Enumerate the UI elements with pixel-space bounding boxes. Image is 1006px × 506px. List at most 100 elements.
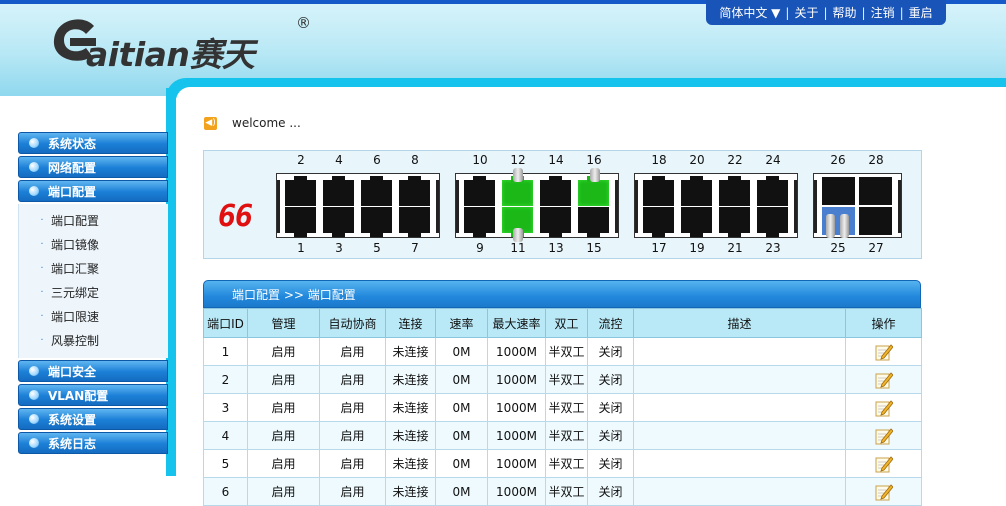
cable-plug-icon <box>590 168 600 182</box>
port-27[interactable] <box>859 207 892 235</box>
table-cell: 启用 <box>247 421 320 450</box>
menu-vlan-config[interactable]: VLAN配置 <box>18 384 168 406</box>
port-15[interactable] <box>578 207 609 237</box>
help-link[interactable]: 帮助 <box>828 4 862 21</box>
submenu-item-triple-binding[interactable]: · 三元绑定 <box>19 280 168 304</box>
port-9[interactable] <box>464 207 495 237</box>
menu-label: 系统日志 <box>48 436 97 451</box>
cable-plug-icon <box>513 168 523 182</box>
table-cell: 启用 <box>319 337 386 366</box>
table-row: 3 启用 启用 未连接 0M 1000M 半双工 关闭 <box>203 393 922 422</box>
port-group <box>276 173 440 238</box>
port-26[interactable] <box>822 177 855 205</box>
table-cell: 启用 <box>247 393 320 422</box>
table-cell: 未连接 <box>385 449 436 478</box>
port-24[interactable] <box>757 176 788 206</box>
menu-port-security[interactable]: 端口安全 <box>18 360 168 382</box>
nav-separator: | <box>823 5 828 20</box>
submenu-item-port-config[interactable]: · 端口配置 <box>19 208 168 232</box>
table-cell: 4 <box>203 421 248 450</box>
port-13[interactable] <box>540 207 571 237</box>
table-cell: 1 <box>203 337 248 366</box>
table-cell: 未连接 <box>385 421 436 450</box>
port-21[interactable] <box>719 207 750 237</box>
edit-icon[interactable] <box>875 483 894 501</box>
menu-system-settings[interactable]: 系统设置 <box>18 408 168 430</box>
registered-mark: ® <box>296 14 311 32</box>
port-20[interactable] <box>681 176 712 206</box>
table-cell: 未连接 <box>385 393 436 422</box>
port-group-edge <box>277 180 280 233</box>
submenu-item-port-rate-limit[interactable]: · 端口限速 <box>19 304 168 328</box>
port-14[interactable] <box>540 176 571 206</box>
edit-icon[interactable] <box>875 343 894 361</box>
submenu-label: 风暴控制 <box>51 333 100 348</box>
port-count-display: 66 <box>218 199 253 234</box>
col-header: 操作 <box>845 308 922 338</box>
port-number-top: 24 <box>765 153 781 167</box>
port-config-table-panel: 端口配置 >> 端口配置 端口ID 管理 自动协商 连接 速率 最大速率 双工 … <box>203 280 922 506</box>
port-2[interactable] <box>285 176 316 206</box>
port-number-top: 20 <box>689 153 705 167</box>
table-cell: 半双工 <box>545 477 588 506</box>
menu-system-log[interactable]: 系统日志 <box>18 432 168 454</box>
port-3[interactable] <box>323 207 354 237</box>
restart-link[interactable]: 重启 <box>904 4 938 21</box>
table-cell: 0M <box>435 337 488 366</box>
bullet-icon: · <box>40 310 44 322</box>
submenu-item-port-aggregation[interactable]: · 端口汇聚 <box>19 256 168 280</box>
table-cell: 1000M <box>487 477 546 506</box>
submenu-item-storm-control[interactable]: · 风暴控制 <box>19 328 168 352</box>
menu-network-config[interactable]: 网络配置 <box>18 156 168 178</box>
port-23[interactable] <box>757 207 788 237</box>
col-header: 连接 <box>385 308 436 338</box>
port-8[interactable] <box>399 176 430 206</box>
table-cell <box>633 393 846 422</box>
edit-icon[interactable] <box>875 399 894 417</box>
port-17[interactable] <box>643 207 674 237</box>
port-config-table: 端口ID 管理 自动协商 连接 速率 最大速率 双工 流控 描述 操作 1 启用启… <box>203 308 922 506</box>
language-select[interactable]: 简体中文 ▼ <box>714 4 785 21</box>
table-cell: 1000M <box>487 365 546 394</box>
table-cell: 关闭 <box>587 393 634 422</box>
table-cell: 启用 <box>319 421 386 450</box>
col-header: 速率 <box>435 308 488 338</box>
port-6[interactable] <box>361 176 392 206</box>
submenu-item-port-mirror[interactable]: · 端口镜像 <box>19 232 168 256</box>
port-group-edge <box>898 180 901 233</box>
port-number-bottom: 13 <box>548 241 564 255</box>
port-28[interactable] <box>859 177 892 205</box>
submenu-label: 三元绑定 <box>51 285 100 300</box>
port-16[interactable] <box>578 176 609 206</box>
table-cell: 3 <box>203 393 248 422</box>
port-18[interactable] <box>643 176 674 206</box>
edit-icon[interactable] <box>875 455 894 473</box>
port-number-bottom: 21 <box>727 241 743 255</box>
port-7[interactable] <box>399 207 430 237</box>
table-cell: 未连接 <box>385 337 436 366</box>
port-number-top: 14 <box>548 153 564 167</box>
table-cell: 启用 <box>247 449 320 478</box>
table-row: 4 启用 启用 未连接 0M 1000M 半双工 关闭 <box>203 421 922 450</box>
table-cell: 0M <box>435 449 488 478</box>
port-1[interactable] <box>285 207 316 237</box>
port-19[interactable] <box>681 207 712 237</box>
port-group <box>455 173 619 238</box>
port-4[interactable] <box>323 176 354 206</box>
table-cell: 半双工 <box>545 365 588 394</box>
edit-icon[interactable] <box>875 427 894 445</box>
port-22[interactable] <box>719 176 750 206</box>
edit-icon[interactable] <box>875 371 894 389</box>
logout-link[interactable]: 注销 <box>866 4 900 21</box>
menu-system-status[interactable]: 系统状态 <box>18 132 168 154</box>
table-cell: 启用 <box>247 337 320 366</box>
port-12[interactable] <box>502 176 533 206</box>
table-cell <box>633 421 846 450</box>
port-10[interactable] <box>464 176 495 206</box>
menu-label: 系统设置 <box>48 412 97 427</box>
menu-port-config[interactable]: 端口配置 <box>18 180 168 202</box>
about-link[interactable]: 关于 <box>789 4 823 21</box>
col-header: 流控 <box>587 308 634 338</box>
port-5[interactable] <box>361 207 392 237</box>
port-number-bottom: 25 <box>830 241 846 255</box>
